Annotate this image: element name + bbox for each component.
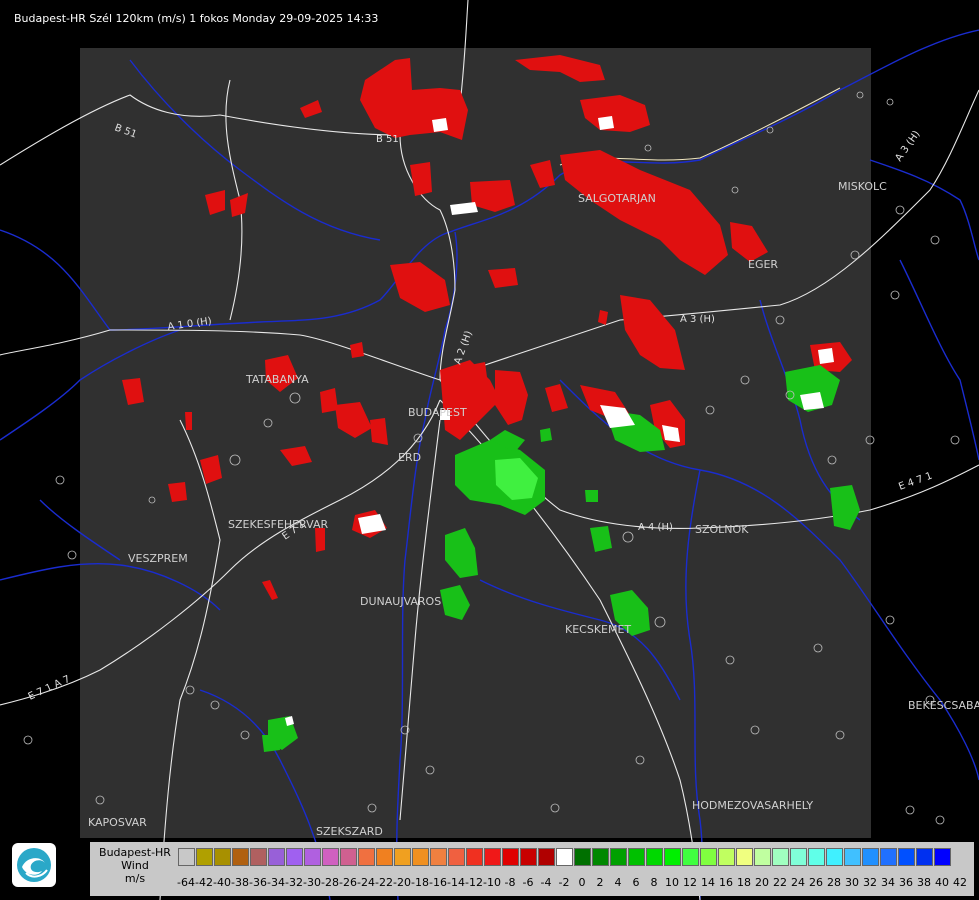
- road-label: A 3 (H): [680, 314, 715, 325]
- city-label: EGER: [748, 258, 778, 271]
- omsz-logo-icon: [12, 843, 56, 887]
- legend-swatch: [682, 848, 699, 866]
- legend-swatch: [376, 848, 393, 866]
- legend-title-line: Budapest-HR: [99, 846, 171, 859]
- road-label: B 51: [376, 134, 399, 145]
- legend-swatch: [664, 848, 681, 866]
- legend-swatch: [268, 848, 285, 866]
- city-label: SZEKESFEHERVAR: [228, 518, 329, 531]
- legend-swatch: [736, 848, 753, 866]
- road-label: A 4 (H): [638, 522, 673, 533]
- legend-swatch: [214, 848, 231, 866]
- legend-swatch: [844, 848, 861, 866]
- legend-swatch: [178, 848, 195, 866]
- legend-swatch: [502, 848, 519, 866]
- city-label: SZOLNOK: [695, 523, 749, 536]
- radar-coverage-panel: [80, 48, 871, 838]
- legend-swatch: [448, 848, 465, 866]
- legend-swatch: [340, 848, 357, 866]
- legend-swatch: [556, 848, 573, 866]
- city-label: SZEKSZARD: [316, 825, 383, 838]
- legend-swatch: [826, 848, 843, 866]
- legend-swatch: [574, 848, 591, 866]
- city-label: ERD: [398, 451, 421, 464]
- legend-swatch: [790, 848, 807, 866]
- city-label: BEKESCSABA: [908, 699, 979, 712]
- city-label: KECSKEMET: [565, 623, 631, 636]
- legend-title-line: Wind: [121, 859, 149, 872]
- legend-swatch: [412, 848, 429, 866]
- city-label: TATABANYA: [245, 373, 309, 386]
- legend-swatch: [322, 848, 339, 866]
- legend-swatch: [466, 848, 483, 866]
- legend-swatch: [520, 848, 537, 866]
- legend-swatch: [538, 848, 555, 866]
- radar-map: SALGOTARJAN MISKOLC EGER TATABANYA BUDAP…: [0, 0, 979, 900]
- city-label: HODMEZOVASARHELY: [692, 799, 813, 812]
- legend-swatch: [916, 848, 933, 866]
- legend-swatch: [718, 848, 735, 866]
- legend-swatch: [808, 848, 825, 866]
- velocity-legend: Budapest-HR Wind m/s -64 -42 -40 -38 -36 -34-…: [90, 842, 974, 896]
- legend-swatch: [484, 848, 501, 866]
- legend-swatch: [232, 848, 249, 866]
- city-label: VESZPREM: [128, 552, 188, 565]
- legend-swatch: [700, 848, 717, 866]
- legend-swatch: [196, 848, 213, 866]
- legend-tick: 42: [953, 876, 967, 889]
- legend-swatch: [430, 848, 447, 866]
- legend-swatch: [754, 848, 771, 866]
- city-label: KAPOSVAR: [88, 816, 147, 829]
- city-label: MISKOLC: [838, 180, 887, 193]
- legend-title-line: m/s: [124, 872, 146, 885]
- city-label: DUNAUJVAROS: [360, 595, 441, 608]
- legend-swatch: [880, 848, 897, 866]
- legend-swatch: [610, 848, 627, 866]
- legend-title: Budapest-HR Wind m/s: [90, 846, 180, 885]
- legend-swatch: [250, 848, 267, 866]
- legend-swatch: [304, 848, 321, 866]
- legend-swatch: [394, 848, 411, 866]
- legend-swatch: [934, 848, 951, 866]
- city-label: BUDAPEST: [408, 406, 467, 419]
- legend-swatch: [592, 848, 609, 866]
- legend-swatch: [772, 848, 789, 866]
- city-label: SALGOTARJAN: [578, 192, 656, 205]
- legend-swatch: [628, 848, 645, 866]
- legend-swatch: [358, 848, 375, 866]
- legend-swatch: [862, 848, 879, 866]
- map-title: Budapest-HR Szél 120km (m/s) 1 fokos Mon…: [14, 12, 379, 25]
- legend-swatch: [286, 848, 303, 866]
- legend-swatch: [898, 848, 915, 866]
- legend-swatch: [646, 848, 663, 866]
